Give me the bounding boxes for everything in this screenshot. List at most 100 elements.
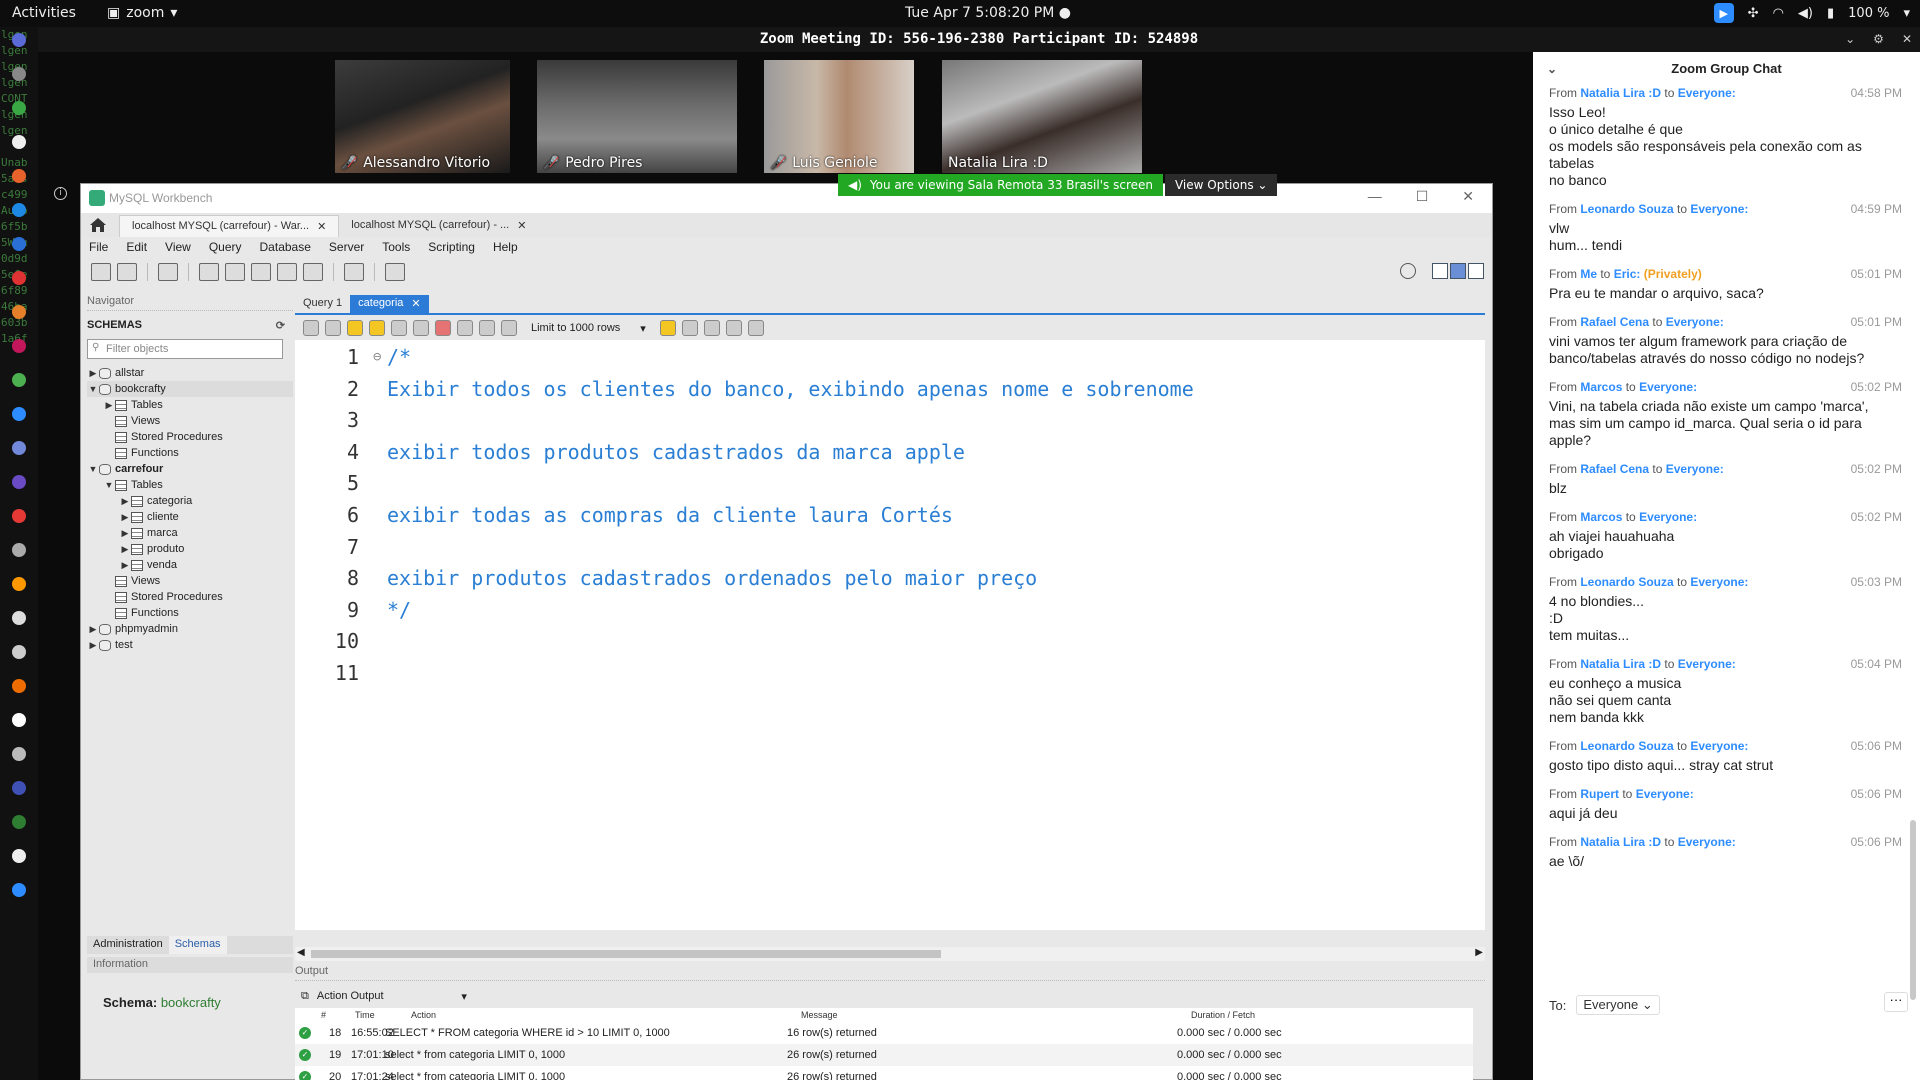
- tree-item[interactable]: ▼ bookcrafty: [87, 381, 293, 397]
- tree-item[interactable]: Functions: [87, 445, 293, 461]
- chevron-down-icon[interactable]: ⌄: [1845, 27, 1855, 52]
- menu-server[interactable]: Server: [329, 237, 364, 257]
- gear-icon[interactable]: [1400, 263, 1416, 279]
- menu-tools[interactable]: Tools: [382, 237, 410, 257]
- save-icon[interactable]: [325, 320, 341, 336]
- caret-down-icon[interactable]: ▼: [87, 461, 99, 477]
- rollback-icon[interactable]: [479, 320, 495, 336]
- caret-right-icon[interactable]: ▶: [119, 493, 131, 509]
- tree-item[interactable]: ▶ marca: [87, 525, 293, 541]
- caret-right-icon[interactable]: ▶: [119, 525, 131, 541]
- caret-down-icon[interactable]: ▼: [103, 477, 115, 493]
- collapse-chat-icon[interactable]: ⌄: [1547, 52, 1557, 86]
- connection-tab[interactable]: localhost MYSQL (carrefour) - ... ✕: [339, 215, 538, 237]
- dock-app-icon[interactable]: [12, 815, 26, 829]
- chat-scrollbar[interactable]: [1910, 820, 1916, 1000]
- copy-icon[interactable]: ⧉: [301, 990, 309, 1003]
- dock-app-icon[interactable]: [12, 67, 26, 81]
- sender-name[interactable]: Natalia Lira :D: [1580, 86, 1661, 100]
- chevron-down-icon[interactable]: ▾: [1903, 6, 1910, 21]
- sender-name[interactable]: Marcos: [1580, 380, 1622, 394]
- execute-current-icon[interactable]: [369, 320, 385, 336]
- close-icon[interactable]: ✕: [1902, 27, 1912, 52]
- dock-app-icon[interactable]: [12, 611, 26, 625]
- dock-app-icon[interactable]: [12, 101, 26, 115]
- commit-icon[interactable]: [457, 320, 473, 336]
- toggle-sidebar-icon[interactable]: [1432, 263, 1448, 279]
- tree-item[interactable]: ▶ categoria: [87, 493, 293, 509]
- home-icon[interactable]: [89, 217, 107, 233]
- dock-app-icon[interactable]: [12, 679, 26, 693]
- tree-item[interactable]: ▶ cliente: [87, 509, 293, 525]
- toggle-secondary-sidebar-icon[interactable]: [1468, 263, 1484, 279]
- caret-right-icon[interactable]: ▶: [119, 541, 131, 557]
- tree-item[interactable]: ▶ allstar: [87, 365, 293, 381]
- dock-app-icon[interactable]: [12, 339, 26, 353]
- sender-name[interactable]: Rafael Cena: [1580, 462, 1649, 476]
- dock-app-icon[interactable]: [12, 883, 26, 897]
- caret-down-icon[interactable]: ▼: [87, 381, 99, 397]
- output-type-select[interactable]: Action Output ▾: [317, 990, 467, 1003]
- invisible-chars-icon[interactable]: [725, 320, 742, 336]
- tree-item[interactable]: Functions: [87, 605, 293, 621]
- execute-icon[interactable]: [347, 320, 363, 336]
- create-schema-icon[interactable]: [199, 263, 219, 281]
- tree-item[interactable]: ▶ venda: [87, 557, 293, 573]
- vscode-icon[interactable]: [12, 237, 26, 251]
- sender-name[interactable]: Rafael Cena: [1580, 315, 1649, 329]
- caret-right-icon[interactable]: ▶: [119, 557, 131, 573]
- video-tile[interactable]: 🎤̸ Luis Geniole: [764, 60, 914, 173]
- tree-item[interactable]: Views: [87, 413, 293, 429]
- caret-right-icon[interactable]: ▶: [103, 397, 115, 413]
- connection-tab[interactable]: localhost MYSQL (carrefour) - War... ✕: [119, 215, 340, 237]
- toggle-stop-on-error-icon[interactable]: [435, 320, 451, 336]
- inspector-icon[interactable]: [158, 263, 178, 281]
- open-file-icon[interactable]: [303, 320, 319, 336]
- menu-edit[interactable]: Edit: [126, 237, 147, 257]
- dock-app-icon[interactable]: [12, 543, 26, 557]
- system-tray[interactable]: ▶ ✣ ◠ ◀) ▮ 100 % ▾: [1713, 3, 1910, 23]
- maximize-icon[interactable]: ☐: [1416, 188, 1429, 205]
- gear-icon[interactable]: ⚙: [1873, 27, 1884, 52]
- limit-rows-select[interactable]: Limit to 1000 rows ▾: [523, 322, 654, 335]
- view-options-button[interactable]: View Options ⌄: [1164, 174, 1278, 196]
- horizontal-scrollbar[interactable]: ◀ ▶: [295, 947, 1485, 961]
- recipient-select[interactable]: Everyone ⌄: [1576, 995, 1660, 1015]
- menu-view[interactable]: View: [165, 237, 191, 257]
- zoom-tray-icon[interactable]: ▶: [1713, 3, 1734, 23]
- close-icon[interactable]: ✕: [411, 297, 420, 311]
- caret-right-icon[interactable]: ▶: [119, 509, 131, 525]
- close-icon[interactable]: ✕: [1462, 188, 1474, 205]
- create-view-icon[interactable]: [251, 263, 271, 281]
- search-table-data-icon[interactable]: [344, 263, 364, 281]
- tab-categoria[interactable]: categoria ✕: [350, 295, 429, 313]
- create-table-icon[interactable]: [225, 263, 245, 281]
- sender-name[interactable]: Marcos: [1580, 510, 1622, 524]
- activities-button[interactable]: Activities: [12, 5, 76, 21]
- video-tile[interactable]: 🎤̸ Alessandro Vitorio: [335, 60, 510, 173]
- sender-name[interactable]: Leonardo Souza: [1580, 202, 1673, 216]
- dock-app-icon[interactable]: [12, 475, 26, 489]
- new-sql-tab-icon[interactable]: [91, 263, 111, 281]
- find-icon[interactable]: [703, 320, 720, 336]
- output-row[interactable]: ✓ 20 17:01:24 select * from categoria LIMIT…: [295, 1066, 1473, 1080]
- dock-app-icon[interactable]: [12, 577, 26, 591]
- create-procedure-icon[interactable]: [277, 263, 297, 281]
- video-tile[interactable]: 🎤̸ Pedro Pires: [537, 60, 737, 173]
- refresh-icon[interactable]: ⟳: [276, 319, 285, 332]
- dock-app-icon[interactable]: [12, 645, 26, 659]
- fold-toggle-icon[interactable]: ⊖: [373, 342, 381, 373]
- scroll-left-icon[interactable]: ◀: [297, 947, 305, 958]
- tab-administration[interactable]: Administration: [87, 936, 169, 954]
- more-options-button[interactable]: ···: [1884, 992, 1908, 1012]
- tree-item[interactable]: ▶ test: [87, 637, 293, 653]
- beautify-icon[interactable]: [681, 320, 698, 336]
- sender-name[interactable]: Natalia Lira :D: [1580, 657, 1661, 671]
- firefox-icon[interactable]: [12, 169, 26, 183]
- caret-right-icon[interactable]: ▶: [87, 365, 99, 381]
- reconnect-icon[interactable]: [385, 263, 405, 281]
- close-icon[interactable]: ✕: [517, 219, 526, 233]
- minimize-icon[interactable]: —: [1368, 188, 1382, 205]
- open-sql-script-icon[interactable]: [117, 263, 137, 281]
- sender-name[interactable]: Me: [1580, 267, 1597, 281]
